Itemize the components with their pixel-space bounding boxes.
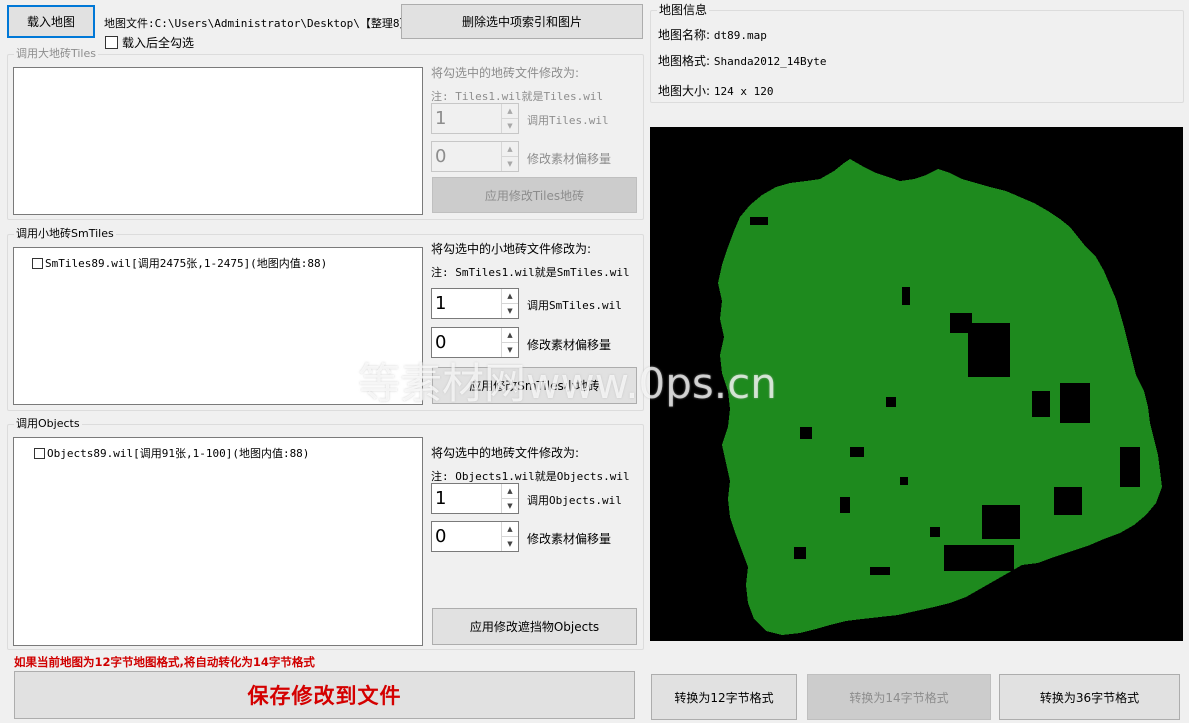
objects-index-spinner[interactable]: 1 ▲ ▼ <box>431 483 519 514</box>
tiles-group-title: 调用大地砖Tiles <box>14 47 98 61</box>
checkbox-box[interactable] <box>32 257 43 269</box>
spin-down-icon[interactable]: ▼ <box>502 343 518 358</box>
convert-12byte-button[interactable]: 转换为12字节格式 <box>651 674 797 720</box>
select-all-after-load-label: 载入后全勾选 <box>122 36 195 50</box>
map-name-label: 地图名称: <box>658 28 711 42</box>
tiles-offset-value: 0 <box>435 146 447 167</box>
spin-down-icon[interactable]: ▼ <box>502 157 518 172</box>
objects-modify-hint: 将勾选中的地砖文件修改为: <box>431 446 580 460</box>
map-info-title: 地图信息 <box>657 3 710 17</box>
map-name-row: 地图名称: dt89.map <box>658 26 767 43</box>
smtiles-modify-hint: 将勾选中的小地砖文件修改为: <box>431 242 592 256</box>
smtiles-index-value: 1 <box>435 293 447 314</box>
spin-down-icon[interactable]: ▼ <box>502 537 518 552</box>
spin-up-icon[interactable]: ▲ <box>502 328 518 343</box>
objects-group-title: 调用Objects <box>14 417 82 431</box>
map-name-value: dt89.map <box>713 29 767 42</box>
smtiles-index-suffix: 调用SmTiles.wil <box>527 299 622 312</box>
objects-offset-label: 修改素材偏移量 <box>527 532 612 546</box>
smtiles-item-label: SmTiles89.wil[调用2475张,1-2475](地图内值:88) <box>45 257 328 270</box>
objects-offset-value: 0 <box>435 526 447 547</box>
spin-down-icon[interactable]: ▼ <box>502 304 518 319</box>
smtiles-offset-spinner[interactable]: 0 ▲ ▼ <box>431 327 519 358</box>
convert-36byte-button[interactable]: 转换为36字节格式 <box>999 674 1180 720</box>
objects-offset-spinner[interactable]: 0 ▲ ▼ <box>431 521 519 552</box>
map-preview[interactable] <box>650 127 1183 641</box>
objects-note: 注: Objects1.wil就是Objects.wil <box>431 470 630 483</box>
convert-14byte-button[interactable]: 转换为14字节格式 <box>807 674 991 720</box>
format-warning: 如果当前地图为12字节地图格式,将自动转化为14字节格式 <box>14 655 315 669</box>
tiles-note: 注: Tiles1.wil就是Tiles.wil <box>431 90 604 103</box>
save-to-file-button[interactable]: 保存修改到文件 <box>14 671 635 719</box>
map-file-info: 地图文件:C:\Users\Administrator\Desktop\【整理8… <box>104 15 417 31</box>
apply-smtiles-button[interactable]: 应用修改SmTiles小地砖 <box>432 367 637 404</box>
smtiles-offset-label: 修改素材偏移量 <box>527 338 612 352</box>
map-size-row: 地图大小: 124 x 120 <box>658 82 773 99</box>
map-file-label: 地图文件: <box>104 17 155 30</box>
tiles-index-value: 1 <box>435 108 447 129</box>
tiles-offset-label: 修改素材偏移量 <box>527 152 612 166</box>
objects-index-value: 1 <box>435 488 447 509</box>
map-format-value: Shanda2012_14Byte <box>713 55 827 68</box>
spin-up-icon[interactable]: ▲ <box>502 289 518 304</box>
map-file-path: C:\Users\Administrator\Desktop\【整理8】: <box>154 17 418 30</box>
apply-tiles-button[interactable]: 应用修改Tiles地砖 <box>432 177 637 213</box>
map-size-value: 124 x 120 <box>713 85 774 98</box>
objects-list[interactable]: Objects89.wil[调用91张,1-100](地图内值:88) <box>13 437 423 646</box>
smtiles-group-title: 调用小地砖SmTiles <box>14 227 116 241</box>
smtiles-index-spinner[interactable]: 1 ▲ ▼ <box>431 288 519 319</box>
apply-objects-button[interactable]: 应用修改遮挡物Objects <box>432 608 637 645</box>
select-all-after-load-checkbox[interactable]: 载入后全勾选 <box>105 34 194 51</box>
checkbox-box[interactable] <box>34 447 45 459</box>
spin-up-icon[interactable]: ▲ <box>502 104 518 119</box>
list-item[interactable]: SmTiles89.wil[调用2475张,1-2475](地图内值:88) <box>32 255 327 271</box>
spin-up-icon[interactable]: ▲ <box>502 522 518 537</box>
map-size-label: 地图大小: <box>658 84 711 98</box>
smtiles-list[interactable]: SmTiles89.wil[调用2475张,1-2475](地图内值:88) <box>13 247 423 405</box>
delete-selected-button[interactable]: 删除选中项索引和图片 <box>401 4 643 39</box>
spin-up-icon[interactable]: ▲ <box>502 484 518 499</box>
tiles-list[interactable] <box>13 67 423 215</box>
list-item[interactable]: Objects89.wil[调用91张,1-100](地图内值:88) <box>34 445 309 461</box>
tiles-modify-hint: 将勾选中的地砖文件修改为: <box>431 66 580 80</box>
spin-down-icon[interactable]: ▼ <box>502 499 518 514</box>
map-format-label: 地图格式: <box>658 54 711 68</box>
smtiles-offset-value: 0 <box>435 332 447 353</box>
map-format-row: 地图格式: Shanda2012_14Byte <box>658 52 826 69</box>
objects-index-suffix: 调用Objects.wil <box>527 494 622 507</box>
checkbox-box[interactable] <box>105 36 118 49</box>
smtiles-note: 注: SmTiles1.wil就是SmTiles.wil <box>431 266 630 279</box>
spin-up-icon[interactable]: ▲ <box>502 142 518 157</box>
load-map-button[interactable]: 载入地图 <box>7 5 95 38</box>
tiles-offset-spinner[interactable]: 0 ▲ ▼ <box>431 141 519 172</box>
objects-item-label: Objects89.wil[调用91张,1-100](地图内值:88) <box>47 447 310 460</box>
spin-down-icon[interactable]: ▼ <box>502 119 518 134</box>
tiles-index-suffix: 调用Tiles.wil <box>527 114 609 127</box>
tiles-index-spinner[interactable]: 1 ▲ ▼ <box>431 103 519 134</box>
